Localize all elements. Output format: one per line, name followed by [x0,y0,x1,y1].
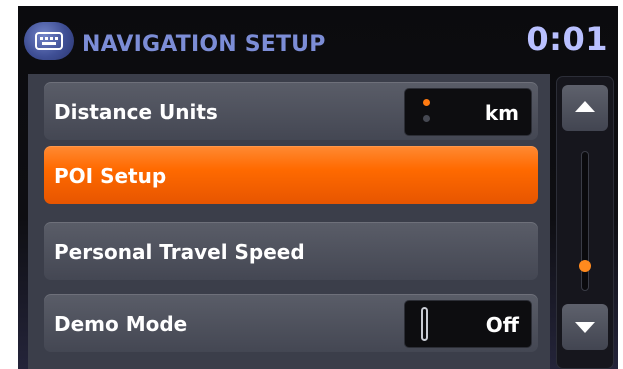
menu-item-label: POI Setup [54,164,167,188]
menu-item-demo-mode[interactable]: Demo Mode Off [44,294,538,352]
keyboard-glyph [35,32,63,50]
distance-units-value-box[interactable]: km [404,88,532,136]
clock-display: 0:01 [526,20,608,58]
navigation-setup-screen: NAVIGATION SETUP 0:01 Distance Units km … [18,6,618,369]
menu-item-poi-setup[interactable]: POI Setup [44,146,538,204]
header-bar: NAVIGATION SETUP 0:01 [18,6,618,72]
demo-mode-toggle[interactable]: Off [404,300,532,348]
menu-item-label: Demo Mode [54,312,188,336]
page-title: NAVIGATION SETUP [82,32,326,57]
keyboard-icon[interactable] [24,22,74,60]
menu-item-label: Personal Travel Speed [54,240,305,264]
scrollbar [556,76,614,369]
arrow-down-icon [575,322,595,333]
demo-mode-value: Off [485,313,519,337]
scroll-thumb[interactable] [579,259,591,272]
menu-item-personal-travel-speed[interactable]: Personal Travel Speed [44,222,538,280]
arrow-up-icon [575,101,595,112]
menu-item-label: Distance Units [54,100,218,124]
scroll-down-button[interactable] [562,304,608,350]
option-unselected-dot [423,115,430,122]
settings-menu: Distance Units km POI Setup Personal Tra… [28,74,550,369]
option-selected-dot [423,99,430,106]
menu-item-distance-units[interactable]: Distance Units km [44,82,538,140]
toggle-switch-icon [421,307,428,341]
distance-units-value: km [484,101,519,125]
scroll-up-button[interactable] [562,85,608,131]
